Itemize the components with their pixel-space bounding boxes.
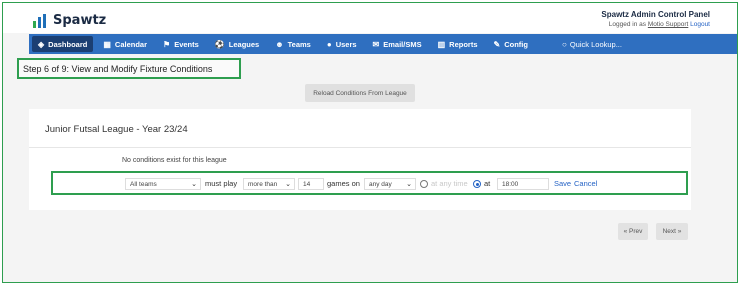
condition-row: All teams ⌄ must play more than ⌄ 14 gam… bbox=[51, 171, 688, 195]
admin-title: Spawtz Admin Control Panel bbox=[601, 10, 710, 19]
top-header: Spawtz Spawtz Admin Control Panel Logged… bbox=[3, 3, 737, 33]
reports-icon: ▥ bbox=[437, 39, 446, 49]
comparator-select[interactable]: more than ⌄ bbox=[243, 178, 295, 190]
nav-config-label: Config bbox=[504, 39, 528, 49]
dashboard-icon: ◈ bbox=[38, 39, 45, 49]
search-icon: ○ bbox=[562, 39, 567, 49]
nav-leagues-label: Leagues bbox=[228, 39, 260, 49]
leagues-icon: ⚽ bbox=[214, 39, 225, 49]
chevron-down-icon: ⌄ bbox=[191, 181, 197, 188]
wrench-icon: ✎ bbox=[493, 39, 501, 49]
must-play-label: must play bbox=[205, 179, 238, 188]
nav-events-label: Events bbox=[174, 39, 199, 49]
events-icon: ⚑ bbox=[163, 39, 171, 49]
league-card: Junior Futsal League - Year 23/24 No con… bbox=[29, 109, 691, 210]
main-nav: ◈ Dashboard ▦ Calendar ⚑ Events ⚽ League… bbox=[29, 34, 737, 54]
login-status: Logged in as Motio Support Logout bbox=[601, 21, 710, 28]
step-title: Step 6 of 9: View and Modify Fixture Con… bbox=[17, 58, 241, 79]
next-button[interactable]: Next » bbox=[656, 223, 688, 240]
teams-icon: ☻ bbox=[275, 39, 284, 49]
at-label: at bbox=[484, 179, 491, 188]
time-input[interactable]: 18:00 bbox=[497, 178, 549, 190]
user-link[interactable]: Motio Support bbox=[648, 21, 688, 28]
day-select[interactable]: any day ⌄ bbox=[364, 178, 416, 190]
team-select[interactable]: All teams ⌄ bbox=[125, 178, 201, 190]
calendar-icon: ▦ bbox=[103, 39, 111, 49]
day-select-value: any day bbox=[369, 180, 392, 188]
games-count-input[interactable]: 14 bbox=[298, 178, 324, 190]
league-title: Junior Futsal League - Year 23/24 bbox=[45, 124, 188, 135]
logged-in-label: Logged in as bbox=[608, 21, 647, 28]
logout-link[interactable]: Logout bbox=[690, 21, 710, 28]
nav-teams[interactable]: ☻ Teams bbox=[269, 36, 317, 52]
chevron-down-icon: ⌄ bbox=[285, 181, 291, 188]
nav-users-label: Users bbox=[335, 39, 357, 49]
save-link[interactable]: Save bbox=[554, 179, 571, 188]
nav-teams-label: Teams bbox=[287, 39, 311, 49]
nav-reports-label: Reports bbox=[449, 39, 478, 49]
divider bbox=[29, 147, 691, 148]
nav-config[interactable]: ✎ Config bbox=[488, 36, 534, 52]
nav-reports[interactable]: ▥ Reports bbox=[432, 36, 484, 52]
page-frame: Spawtz Spawtz Admin Control Panel Logged… bbox=[2, 2, 738, 283]
app-name: Spawtz bbox=[53, 13, 107, 28]
users-icon: ● bbox=[326, 39, 332, 49]
comparator-select-value: more than bbox=[248, 180, 278, 188]
nav-email-sms[interactable]: ✉ Email/SMS bbox=[367, 36, 428, 52]
cancel-link[interactable]: Cancel bbox=[574, 179, 597, 188]
prev-button[interactable]: « Prev bbox=[618, 223, 648, 240]
at-time-radio[interactable] bbox=[473, 180, 481, 188]
nav-calendar-label: Calendar bbox=[114, 39, 148, 49]
nav-email-sms-label: Email/SMS bbox=[383, 39, 422, 49]
nav-events[interactable]: ⚑ Events bbox=[157, 36, 205, 52]
email-icon: ✉ bbox=[372, 39, 380, 49]
team-select-value: All teams bbox=[130, 180, 157, 188]
reload-conditions-button[interactable]: Reload Conditions From League bbox=[305, 84, 415, 102]
logo-bars-icon bbox=[33, 13, 46, 28]
games-on-label: games on bbox=[327, 179, 360, 188]
quick-lookup[interactable]: ○ Quick Lookup... bbox=[562, 34, 622, 54]
nav-dashboard-label: Dashboard bbox=[48, 39, 88, 49]
any-time-radio[interactable] bbox=[420, 180, 428, 188]
any-time-label: at any time bbox=[431, 179, 468, 188]
logo[interactable]: Spawtz bbox=[33, 13, 106, 28]
nav-leagues[interactable]: ⚽ Leagues bbox=[209, 36, 265, 52]
nav-dashboard[interactable]: ◈ Dashboard bbox=[32, 36, 94, 52]
nav-users[interactable]: ● Users bbox=[321, 36, 363, 52]
nav-calendar[interactable]: ▦ Calendar bbox=[97, 36, 153, 52]
admin-panel-info: Spawtz Admin Control Panel Logged in as … bbox=[601, 10, 710, 28]
no-conditions-message: No conditions exist for this league bbox=[122, 157, 227, 164]
quick-lookup-label: Quick Lookup... bbox=[569, 39, 622, 49]
chevron-down-icon: ⌄ bbox=[406, 181, 412, 188]
